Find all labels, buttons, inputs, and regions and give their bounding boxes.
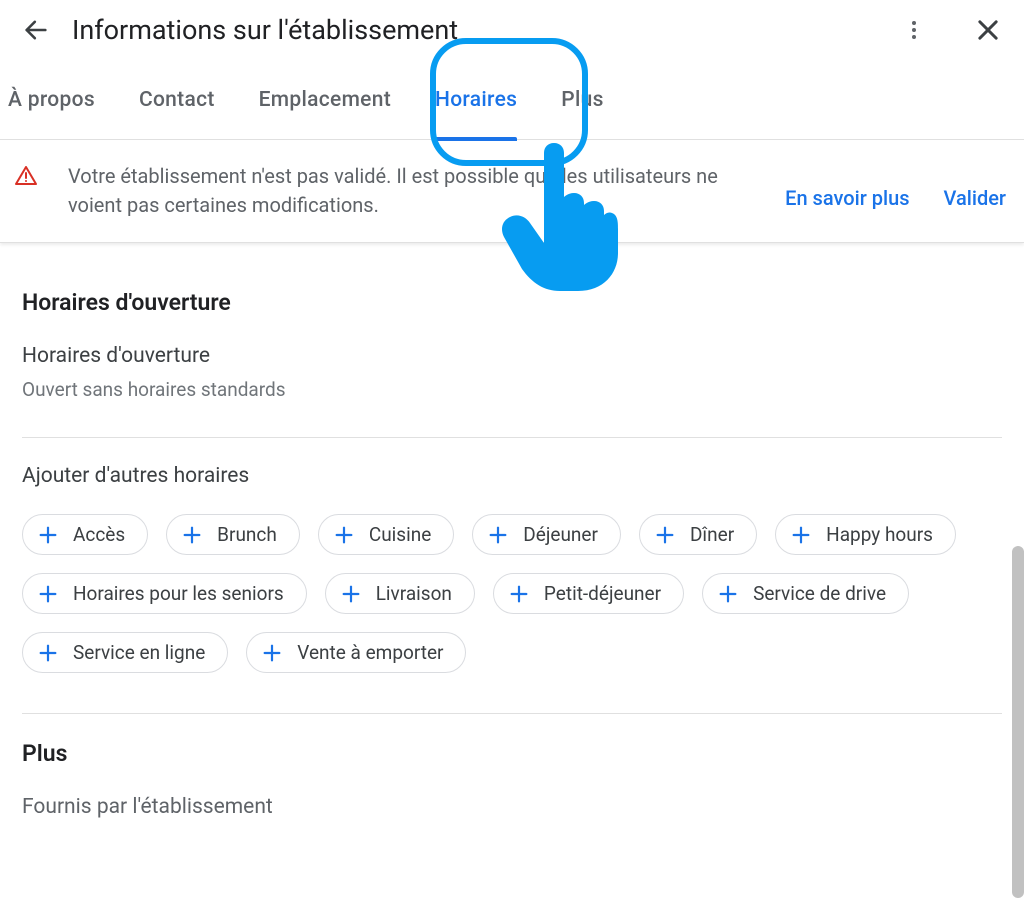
tab-location[interactable]: Emplacement — [259, 60, 391, 140]
tabs: À propos Contact Emplacement Horaires Pl… — [0, 60, 1024, 140]
chip-label: Service de drive — [753, 582, 886, 605]
plus-icon — [487, 524, 509, 546]
content-area: Horaires d'ouverture Horaires d'ouvertur… — [0, 243, 1024, 819]
warning-icon — [14, 164, 38, 188]
validate-link[interactable]: Valider — [944, 186, 1007, 210]
plus-icon — [181, 524, 203, 546]
page-title: Informations sur l'établissement — [72, 14, 892, 46]
chip-diner[interactable]: Dîner — [639, 514, 757, 555]
chip-dejeuner[interactable]: Déjeuner — [472, 514, 621, 555]
close-button[interactable] — [966, 8, 1010, 52]
plus-icon — [717, 583, 739, 605]
more-vert-icon — [902, 18, 926, 42]
plus-icon — [790, 524, 812, 546]
tab-more[interactable]: Plus — [561, 60, 603, 140]
tab-contact[interactable]: Contact — [139, 60, 215, 140]
chip-label: Accès — [73, 523, 125, 546]
chip-happy-hours[interactable]: Happy hours — [775, 514, 956, 555]
close-icon — [974, 16, 1002, 44]
plus-icon — [261, 642, 283, 664]
opening-hours-block[interactable]: Horaires d'ouverture Ouvert sans horaire… — [22, 344, 1002, 401]
provided-by-label: Fournis par l'établissement — [22, 795, 1002, 819]
back-button[interactable] — [14, 8, 58, 52]
plus-icon — [37, 642, 59, 664]
hours-chip-group: Accès Brunch Cuisine Déjeuner Dîner Happ… — [22, 514, 1002, 673]
chip-label: Déjeuner — [523, 523, 598, 546]
chip-label: Horaires pour les seniors — [73, 582, 284, 605]
chip-label: Vente à emporter — [297, 641, 443, 664]
hours-section-title: Horaires d'ouverture — [22, 289, 1002, 316]
validation-alert: Votre établissement n'est pas validé. Il… — [0, 140, 1024, 243]
arrow-left-icon — [22, 16, 50, 44]
chip-acces[interactable]: Accès — [22, 514, 148, 555]
plus-icon — [37, 524, 59, 546]
plus-icon — [508, 583, 530, 605]
plus-icon — [654, 524, 676, 546]
chip-label: Service en ligne — [73, 641, 205, 664]
divider — [22, 437, 1002, 438]
dialog-header: Informations sur l'établissement — [0, 0, 1024, 60]
more-section-title: Plus — [22, 740, 1002, 767]
scrollbar-thumb[interactable] — [1012, 546, 1024, 898]
chip-petit-dejeuner[interactable]: Petit-déjeuner — [493, 573, 684, 614]
learn-more-link[interactable]: En savoir plus — [785, 186, 909, 210]
chip-label: Dîner — [690, 523, 734, 546]
chip-service-en-ligne[interactable]: Service en ligne — [22, 632, 228, 673]
plus-icon — [340, 583, 362, 605]
add-hours-label: Ajouter d'autres horaires — [22, 464, 1002, 488]
chip-horaires-seniors[interactable]: Horaires pour les seniors — [22, 573, 307, 614]
chip-livraison[interactable]: Livraison — [325, 573, 475, 614]
chip-brunch[interactable]: Brunch — [166, 514, 300, 555]
chip-label: Cuisine — [369, 523, 431, 546]
chip-label: Livraison — [376, 582, 452, 605]
chip-vente-emporter[interactable]: Vente à emporter — [246, 632, 466, 673]
opening-hours-value: Ouvert sans horaires standards — [22, 378, 1002, 401]
chip-cuisine[interactable]: Cuisine — [318, 514, 454, 555]
chip-label: Happy hours — [826, 523, 933, 546]
tab-about[interactable]: À propos — [8, 60, 95, 140]
opening-hours-label: Horaires d'ouverture — [22, 344, 1002, 368]
tab-hours[interactable]: Horaires — [435, 60, 517, 140]
alert-text: Votre établissement n'est pas validé. Il… — [68, 162, 755, 220]
chip-label: Petit-déjeuner — [544, 582, 661, 605]
divider — [22, 713, 1002, 714]
more-menu-button[interactable] — [892, 8, 936, 52]
plus-icon — [37, 583, 59, 605]
plus-icon — [333, 524, 355, 546]
chip-service-drive[interactable]: Service de drive — [702, 573, 909, 614]
chip-label: Brunch — [217, 523, 277, 546]
alert-actions: En savoir plus Valider — [785, 186, 1006, 210]
